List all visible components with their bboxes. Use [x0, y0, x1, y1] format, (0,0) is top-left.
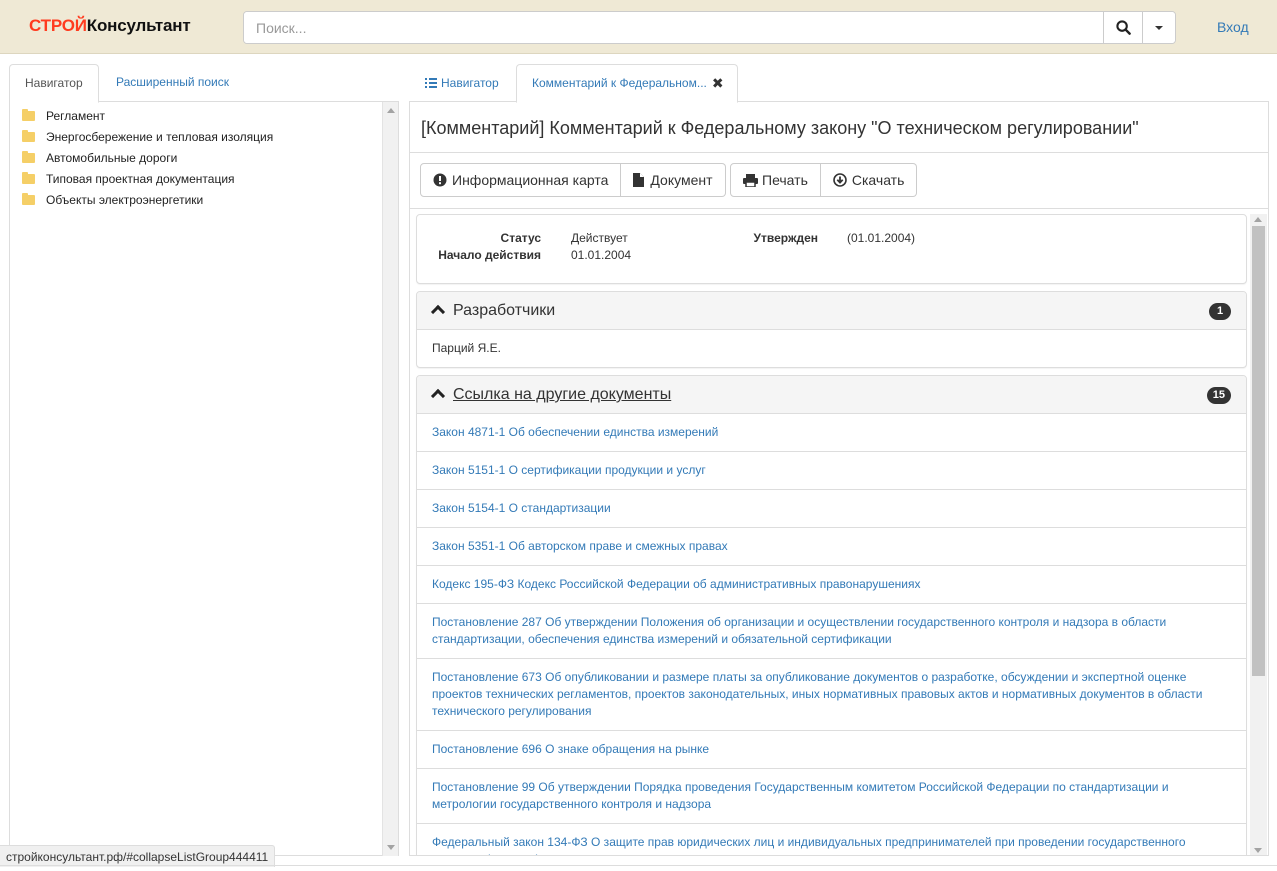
tree-item-energy-saving[interactable]: Энергосбережение и тепловая изоляция: [22, 126, 273, 147]
scroll-down-arrow-icon[interactable]: [1254, 848, 1262, 853]
tree-item-label: Регламент: [46, 108, 105, 123]
tab-label: Навигатор: [441, 75, 499, 90]
document-link[interactable]: Постановление 287 Об утверждении Положен…: [417, 604, 1246, 659]
view-button-group: Информационная карта Документ: [420, 163, 726, 197]
approved-value: (01.01.2004): [847, 231, 916, 245]
tab-navigator-doc[interactable]: Навигатор: [425, 64, 499, 102]
links-panel: Ссылка на другие документы 15 Закон 4871…: [416, 375, 1247, 855]
navigator-tree-panel: Регламент Энергосбережение и тепловая из…: [9, 102, 399, 856]
document-button[interactable]: Документ: [621, 163, 726, 197]
folder-icon: [22, 151, 35, 163]
search-options-dropdown[interactable]: [1142, 12, 1175, 43]
tree-item-label: Автомобильные дороги: [46, 150, 178, 165]
document-link[interactable]: Закон 5351-1 Об авторском праве и смежны…: [417, 528, 1246, 566]
print-button[interactable]: Печать: [730, 163, 821, 197]
button-label: Скачать: [851, 172, 905, 188]
search-input[interactable]: [244, 12, 1103, 43]
links-title[interactable]: Ссылка на другие документы: [453, 386, 671, 404]
document-content: Статус Действует Начало действия 01.01.2…: [416, 214, 1247, 855]
start-date-label: Начало действия: [438, 248, 541, 262]
tab-advanced-search[interactable]: Расширенный поиск: [101, 64, 244, 102]
tree-item-roads[interactable]: Автомобильные дороги: [22, 147, 273, 168]
search-button[interactable]: [1103, 12, 1142, 43]
site-logo[interactable]: СТРОЙКонсультант: [29, 16, 191, 36]
right-panel: Навигатор Комментарий к Федеральном... ✖…: [409, 64, 1269, 856]
folder-icon: [22, 193, 35, 205]
tree-item-power-objects[interactable]: Объекты электроэнергетики: [22, 189, 273, 210]
tab-navigator[interactable]: Навигатор: [9, 64, 99, 103]
top-header: СТРОЙКонсультант Вход: [0, 0, 1277, 54]
scrollbar-thumb[interactable]: [1252, 226, 1265, 676]
status-bar-url: стройконсультант.рф/#collapseListGroup44…: [0, 845, 276, 867]
navigator-tree: Регламент Энергосбережение и тепловая из…: [22, 105, 273, 210]
document-link[interactable]: Закон 5151-1 О сертификации продукции и …: [417, 452, 1246, 490]
links-panel-header[interactable]: Ссылка на другие документы 15: [417, 376, 1246, 414]
tree-item-label: Энергосбережение и тепловая изоляция: [46, 129, 274, 144]
button-label: Документ: [650, 172, 713, 188]
tree-item-label: Объекты электроэнергетики: [46, 192, 204, 207]
chevron-up-icon: [430, 304, 446, 320]
developer-item: Парций Я.Е.: [432, 341, 501, 355]
document-link[interactable]: Постановление 673 Об опубликовании и раз…: [417, 659, 1246, 731]
document-link[interactable]: Постановление 696 О знаке обращения на р…: [417, 731, 1246, 769]
document-link[interactable]: Федеральный закон 134-ФЗ О защите прав ю…: [417, 824, 1246, 855]
document-title: [Комментарий] Комментарий к Федеральному…: [421, 118, 1139, 138]
divider: [410, 208, 1268, 209]
login-link[interactable]: Вход: [1217, 19, 1249, 35]
document-link[interactable]: Закон 4871-1 Об обеспечении единства изм…: [417, 414, 1246, 452]
search-bar: [243, 11, 1176, 44]
status-label: Статус: [500, 231, 541, 245]
folder-icon: [22, 109, 35, 121]
print-icon: [743, 173, 758, 187]
action-button-group: Печать Скачать: [730, 163, 918, 197]
button-label: Печать: [762, 172, 808, 188]
scroll-down-arrow-icon[interactable]: [387, 845, 395, 850]
logo-part-konsultant: Консультант: [86, 16, 191, 35]
developers-panel: Разработчики 1 Парций Я.Е.: [416, 291, 1247, 368]
chevron-up-icon: [430, 388, 446, 404]
links-count-badge: 15: [1206, 387, 1231, 404]
approved-label: Утвержден: [753, 231, 818, 245]
logo-part-stroy: СТРОЙ: [29, 16, 87, 35]
folder-icon: [22, 172, 35, 184]
document-link[interactable]: Кодекс 195-ФЗ Кодекс Российской Федераци…: [417, 566, 1246, 604]
left-scrollbar[interactable]: [382, 102, 398, 856]
folder-icon: [22, 130, 35, 142]
download-circle-icon: [833, 173, 847, 187]
divider: [410, 152, 1268, 153]
info-card-button[interactable]: Информационная карта: [420, 163, 622, 197]
left-panel: Навигатор Расширенный поиск Регламент Эн…: [9, 64, 399, 856]
tree-item-typical-docs[interactable]: Типовая проектная документация: [22, 168, 273, 189]
close-icon[interactable]: ✖: [712, 65, 724, 102]
search-icon: [1115, 20, 1131, 35]
status-value: Действует: [571, 231, 628, 245]
tab-document-comment[interactable]: Комментарий к Федеральном... ✖: [516, 64, 738, 103]
document-link[interactable]: Закон 5154-1 О стандартизации: [417, 490, 1246, 528]
scroll-up-arrow-icon[interactable]: [387, 108, 395, 113]
button-label: Информационная карта: [452, 172, 609, 188]
scroll-up-arrow-icon[interactable]: [1254, 217, 1262, 222]
tree-item-label: Типовая проектная документация: [46, 171, 235, 186]
start-date-value: 01.01.2004: [571, 248, 632, 262]
tree-item-reglament[interactable]: Регламент: [22, 105, 273, 126]
developers-title: Разработчики: [453, 302, 556, 319]
developers-count-badge: 1: [1209, 303, 1231, 320]
document-info-panel: Статус Действует Начало действия 01.01.2…: [416, 214, 1247, 284]
divider: [0, 865, 1277, 866]
tab-label: Комментарий к Федеральном...: [532, 76, 707, 90]
document-view: [Комментарий] Комментарий к Федеральному…: [409, 102, 1269, 856]
caret-down-icon: [1155, 25, 1163, 30]
left-tabs: Навигатор Расширенный поиск: [9, 64, 399, 103]
document-scrollbar[interactable]: [1250, 214, 1267, 855]
document-tabs: Навигатор Комментарий к Федеральном... ✖: [409, 64, 1269, 103]
developers-panel-header[interactable]: Разработчики 1: [417, 292, 1246, 330]
document-link[interactable]: Постановление 99 Об утверждении Порядка …: [417, 769, 1246, 824]
download-button[interactable]: Скачать: [820, 163, 918, 197]
exclamation-circle-icon: [433, 173, 447, 187]
list-icon: [425, 78, 437, 88]
file-icon: [633, 173, 645, 187]
